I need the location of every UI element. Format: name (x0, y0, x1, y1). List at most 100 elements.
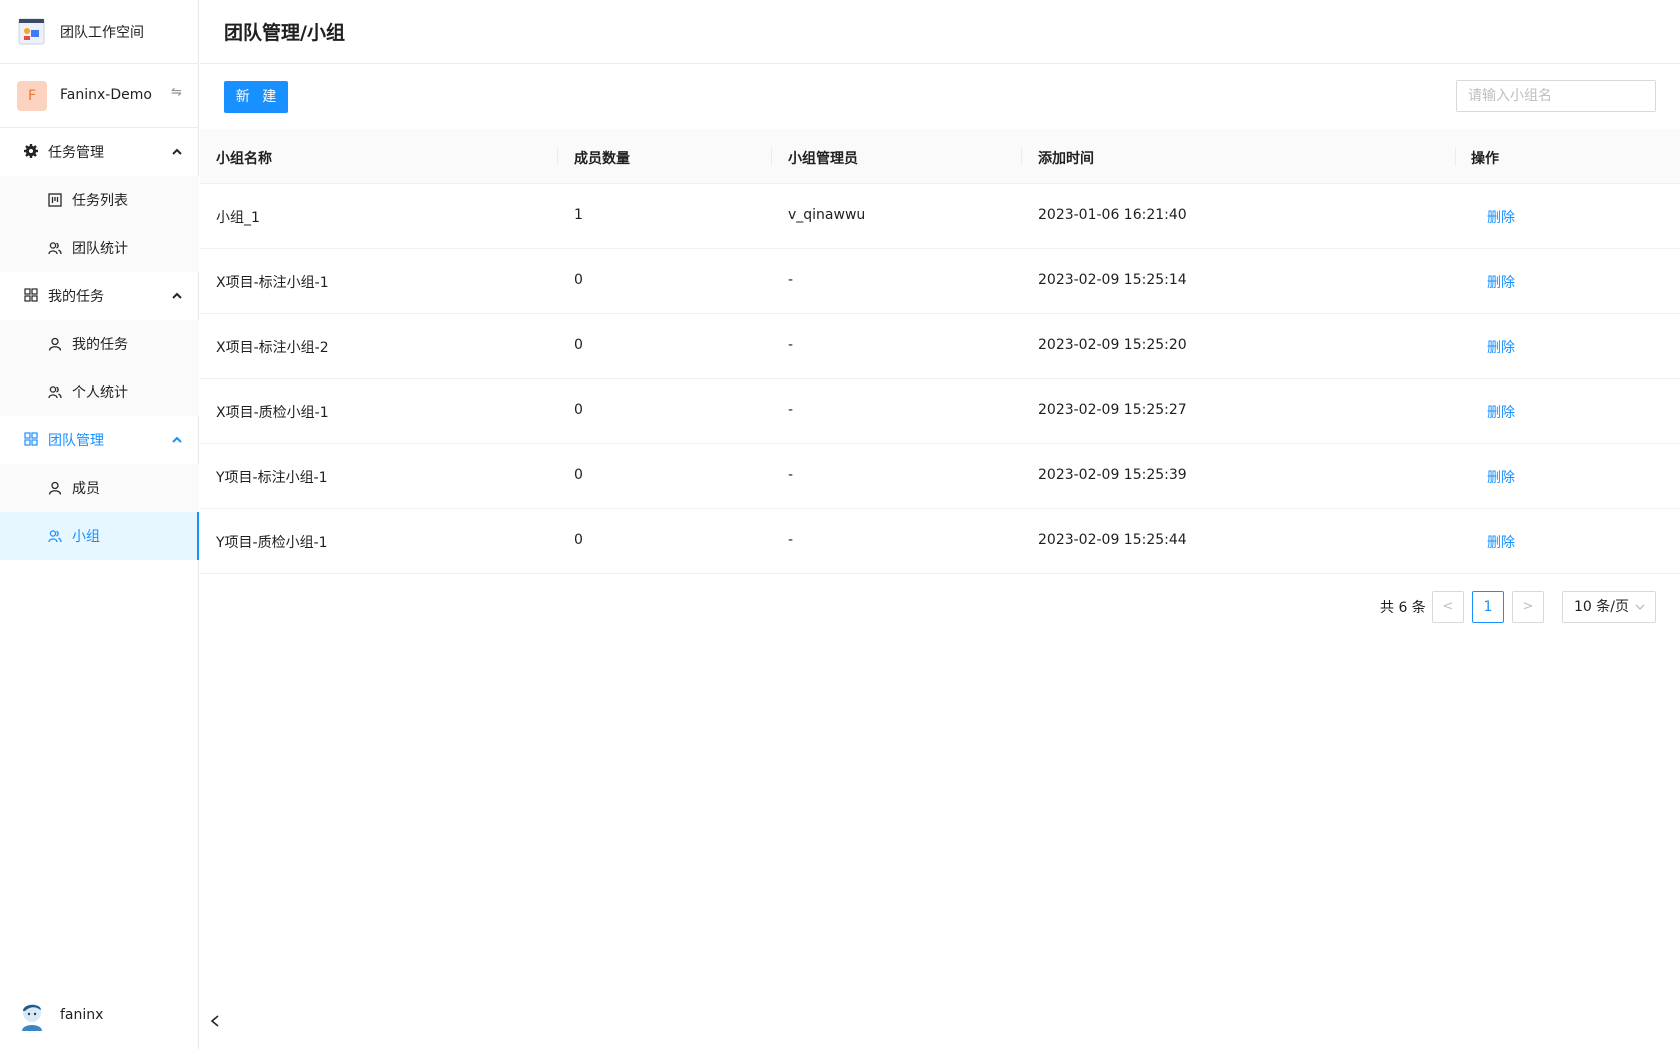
menu-group-label: 我的任务 (48, 289, 104, 305)
pagination: 共 6 条 < 1 > 10 条/页 (200, 590, 1680, 624)
team-avatar: F (17, 81, 47, 111)
chevron-up-icon (172, 148, 182, 155)
sidebar-item-label: 团队统计 (72, 241, 128, 257)
brand[interactable]: 团队工作空间 (0, 0, 199, 64)
column-header-name: 小组名称 (216, 151, 272, 167)
cell-time: 2023-01-06 16:21:40 (1038, 207, 1187, 223)
cell-name: X项目-标注小组-2 (216, 340, 329, 356)
cell-name: Y项目-质检小组-1 (216, 535, 328, 551)
menu-group-label: 任务管理 (48, 145, 104, 161)
delete-button[interactable]: 删除 (1487, 532, 1515, 552)
user-icon (48, 337, 62, 351)
main-content: 团队管理/小组 新 建 小组名称 成员数量 小组管理员 添加时间 操作 小组_1… (200, 0, 1680, 1049)
cell-count: 0 (574, 467, 583, 483)
team-name: Faninx-Demo (60, 87, 152, 103)
menu-group-label: 团队管理 (48, 433, 104, 449)
cell-count: 0 (574, 272, 583, 288)
menu-group-task-management[interactable]: 任务管理 (0, 128, 199, 176)
gear-icon (24, 144, 38, 158)
sidebar-item-label: 小组 (72, 529, 100, 545)
chevron-up-icon (172, 292, 182, 299)
personal-stats-icon (48, 386, 62, 399)
sidebar-item-label: 任务列表 (72, 193, 128, 209)
table-row: 小组_1 1 v_qinawwu 2023-01-06 16:21:40 删除 (200, 184, 1680, 249)
cell-count: 1 (574, 207, 583, 223)
chevron-up-icon (172, 436, 182, 443)
menu-group-my-tasks[interactable]: 我的任务 (0, 272, 199, 320)
sidebar: 团队工作空间 F Faninx-Demo ⇋ 任务管理 任务列表 团队统计 我的… (0, 0, 199, 1049)
menu-group-team-management[interactable]: 团队管理 (0, 416, 199, 464)
sidebar-item-team-stats[interactable]: 团队统计 (0, 224, 199, 272)
app-name: 团队工作空间 (60, 25, 144, 41)
column-divider (1455, 148, 1456, 166)
cell-admin: - (788, 532, 794, 548)
table-header: 小组名称 成员数量 小组管理员 添加时间 操作 (200, 129, 1680, 184)
cell-time: 2023-02-09 15:25:14 (1038, 272, 1187, 288)
cell-admin: - (788, 337, 794, 353)
switch-icon[interactable]: ⇋ (171, 85, 182, 100)
table-row: Y项目-质检小组-1 0 - 2023-02-09 15:25:44 删除 (200, 509, 1680, 574)
delete-button[interactable]: 删除 (1487, 272, 1515, 292)
page-size-select[interactable]: 10 条/页 (1562, 591, 1656, 623)
prev-page-button[interactable]: < (1432, 591, 1464, 623)
column-header-time: 添加时间 (1038, 151, 1094, 167)
column-divider (1021, 148, 1022, 166)
cell-time: 2023-02-09 15:25:44 (1038, 532, 1187, 548)
column-header-admin: 小组管理员 (788, 151, 858, 167)
cell-name: Y项目-标注小组-1 (216, 470, 328, 486)
pagination-total: 共 6 条 (1380, 600, 1426, 616)
column-divider (557, 148, 558, 166)
table-row: X项目-标注小组-2 0 - 2023-02-09 15:25:20 删除 (200, 314, 1680, 379)
menu-group-items: 任务列表 团队统计 (0, 176, 199, 272)
search-input[interactable] (1456, 80, 1656, 112)
user-icon (48, 481, 62, 495)
next-page-button[interactable]: > (1512, 591, 1544, 623)
chevron-down-icon (1635, 604, 1645, 610)
column-header-count: 成员数量 (574, 151, 630, 167)
table-row: Y项目-标注小组-1 0 - 2023-02-09 15:25:39 删除 (200, 444, 1680, 509)
cell-time: 2023-02-09 15:25:39 (1038, 467, 1187, 483)
column-divider (771, 148, 772, 166)
delete-button[interactable]: 删除 (1487, 207, 1515, 227)
cell-admin: v_qinawwu (788, 207, 866, 223)
user-profile[interactable]: faninx (0, 993, 199, 1049)
list-icon (48, 193, 62, 207)
cell-name: X项目-质检小组-1 (216, 405, 329, 421)
sidebar-item-label: 个人统计 (72, 385, 128, 401)
avatar (22, 1004, 42, 1031)
sidebar-item-label: 成员 (72, 481, 100, 497)
app-root: 团队工作空间 F Faninx-Demo ⇋ 任务管理 任务列表 团队统计 我的… (0, 0, 1680, 1049)
team-switcher[interactable]: F Faninx-Demo ⇋ (0, 64, 199, 128)
grid-icon (24, 432, 38, 446)
app-logo-icon (18, 18, 45, 45)
page-title: 团队管理/小组 (224, 22, 345, 44)
sidebar-menu: 任务管理 任务列表 团队统计 我的任务 我的任务 个人统计 团队管理 成员 小组 (0, 128, 199, 560)
cell-admin: - (788, 402, 794, 418)
sidebar-item-members[interactable]: 成员 (0, 464, 199, 512)
user-name: faninx (60, 1007, 104, 1023)
sidebar-item-label: 我的任务 (72, 337, 128, 353)
team-stats-icon (48, 242, 62, 255)
sidebar-item-my-tasks[interactable]: 我的任务 (0, 320, 199, 368)
cell-count: 0 (574, 337, 583, 353)
cell-admin: - (788, 272, 794, 288)
page-header: 团队管理/小组 (200, 0, 1680, 64)
delete-button[interactable]: 删除 (1487, 337, 1515, 357)
delete-button[interactable]: 删除 (1487, 402, 1515, 422)
new-group-button[interactable]: 新 建 (224, 81, 288, 113)
menu-group-items: 成员 小组 (0, 464, 199, 560)
cell-time: 2023-02-09 15:25:27 (1038, 402, 1187, 418)
table-row: X项目-标注小组-1 0 - 2023-02-09 15:25:14 删除 (200, 249, 1680, 314)
delete-button[interactable]: 删除 (1487, 467, 1515, 487)
sidebar-item-personal-stats[interactable]: 个人统计 (0, 368, 199, 416)
table-row: X项目-质检小组-1 0 - 2023-02-09 15:25:27 删除 (200, 379, 1680, 444)
cell-count: 0 (574, 402, 583, 418)
sidebar-item-groups[interactable]: 小组 (0, 512, 199, 560)
menu-group-items: 我的任务 个人统计 (0, 320, 199, 416)
cell-time: 2023-02-09 15:25:20 (1038, 337, 1187, 353)
page-number-button[interactable]: 1 (1472, 591, 1504, 623)
groups-table: 小组名称 成员数量 小组管理员 添加时间 操作 小组_1 1 v_qinawwu… (200, 129, 1680, 574)
sidebar-item-task-list[interactable]: 任务列表 (0, 176, 199, 224)
column-header-action: 操作 (1471, 151, 1499, 167)
grid-icon (24, 288, 38, 302)
